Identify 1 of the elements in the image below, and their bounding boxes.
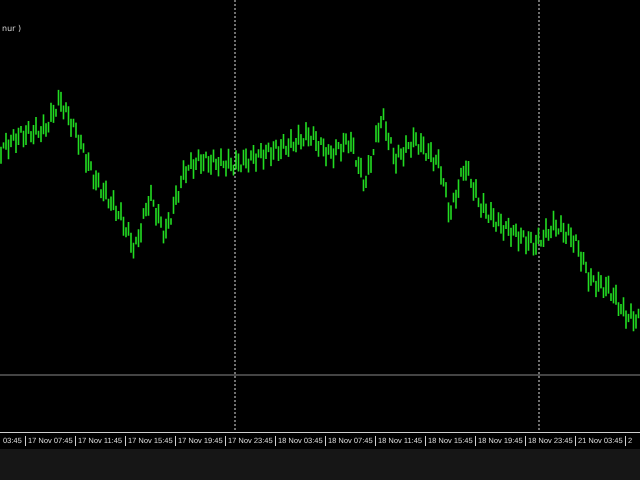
chart-label: nur ) — [2, 24, 22, 33]
